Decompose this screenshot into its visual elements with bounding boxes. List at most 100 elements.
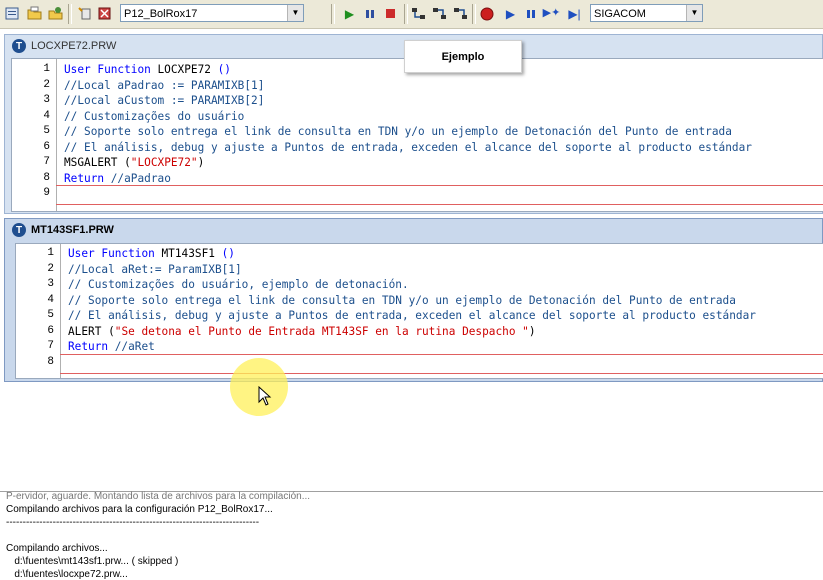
code-line[interactable]: User Function MT143SF1 () <box>68 246 235 262</box>
code-token: //Local aRet:= ParamIXB[1] <box>68 262 242 276</box>
line-number: 2 <box>47 262 54 275</box>
company-select-value: SIGACOM <box>594 8 646 20</box>
step-out-icon[interactable] <box>452 5 469 22</box>
code-line[interactable]: Return //aRet <box>68 339 155 355</box>
step-icon[interactable]: ▶✦ <box>543 5 561 22</box>
tooltip: Ejemplo <box>404 40 522 73</box>
current-line-marker <box>56 185 823 186</box>
line-number: 6 <box>47 324 54 337</box>
step-over-icon[interactable] <box>431 5 448 22</box>
output-panel[interactable]: P-ervidor, aguarde. Montando lista de ar… <box>0 491 823 580</box>
bookmark-icon[interactable] <box>76 5 93 22</box>
code-token: User Function <box>68 247 155 260</box>
company-select[interactable]: SIGACOM ▼ <box>590 4 703 22</box>
code-area[interactable]: 123456789 User Function LOCXPE72 ()//Loc… <box>11 58 823 212</box>
open-folder-icon[interactable] <box>26 5 43 22</box>
line-number: 9 <box>43 187 50 199</box>
code-line[interactable]: // Soporte solo entrega el link de consu… <box>64 124 732 140</box>
code-line[interactable]: MSGALERT ("LOCXPE72") <box>64 155 204 171</box>
output-line: d:\fuentes\locxpe72.prw... <box>6 569 128 580</box>
code-token: MSGALERT ( <box>64 156 131 169</box>
code-token: //aRet <box>108 340 155 353</box>
code-token: Return <box>64 171 105 185</box>
line-number: 2 <box>43 78 50 91</box>
editor-title: MT143SF1.PRW <box>31 224 114 236</box>
current-line-marker <box>60 373 823 374</box>
line-number: 8 <box>43 171 50 184</box>
line-number: 3 <box>47 278 54 290</box>
code-line[interactable]: // Customizações do usuário <box>64 109 244 125</box>
line-number-gutter: 1 2 3 4 5 6 7 8 9 <box>12 59 57 211</box>
line-number: 1 <box>47 247 54 259</box>
line-number: 4 <box>43 109 50 122</box>
line-number: 5 <box>47 309 54 321</box>
output-line: P-ervidor, aguarde. Montando lista de ar… <box>6 491 311 502</box>
code-line[interactable]: //Local aCustom := PARAMIXB[2] <box>64 93 264 109</box>
line-number: 3 <box>43 94 50 106</box>
pause-icon[interactable] <box>361 5 378 22</box>
line-number: 6 <box>43 140 50 153</box>
current-line-marker <box>60 354 823 355</box>
stop-icon[interactable] <box>382 5 399 22</box>
output-line: Compilando archivos... <box>6 543 108 554</box>
step-into-icon[interactable] <box>410 5 427 22</box>
code-line[interactable]: // Customizações do usuário, ejemplo de … <box>68 277 409 293</box>
code-token: // Soporte solo entrega el link de consu… <box>68 293 736 307</box>
code-token: () <box>217 63 231 76</box>
code-token: User Function <box>64 63 151 76</box>
code-line[interactable]: // El análisis, debug y ajuste a Puntos … <box>68 308 756 324</box>
chevron-down-icon[interactable]: ▼ <box>287 5 303 21</box>
output-line: d:\fuentes\mt143sf1.prw... ( skipped ) <box>6 556 179 567</box>
source-file-icon: T <box>12 223 26 237</box>
editor-title: LOCXPE72.PRW <box>31 40 117 52</box>
code-token: "Se detona el Punto de Entrada MT143SF e… <box>114 324 529 338</box>
source-file-icon: T <box>12 39 26 53</box>
code-token: "LOCXPE72" <box>130 156 198 169</box>
run-to-cursor-icon[interactable]: ▶| <box>566 5 583 22</box>
code-token: // Soporte solo entrega el link de consu… <box>64 125 732 138</box>
code-line[interactable]: // Soporte solo entrega el link de consu… <box>68 293 736 309</box>
code-token: //Local aCustom := PARAMIXB[2] <box>64 94 265 107</box>
chevron-down-icon[interactable]: ▼ <box>686 5 702 21</box>
mouse-cursor-icon <box>258 386 272 406</box>
editor-titlebar[interactable]: T MT143SF1.PRW <box>5 219 822 241</box>
code-token: //aPadrao <box>104 171 171 185</box>
code-line[interactable]: User Function LOCXPE72 () <box>64 62 231 78</box>
code-line[interactable]: //Local aRet:= ParamIXB[1] <box>68 262 242 278</box>
code-token: // El análisis, debug y ajuste a Puntos … <box>68 309 756 322</box>
code-line[interactable]: // El análisis, debug y ajuste a Puntos … <box>64 140 752 156</box>
project-icon[interactable] <box>47 5 64 22</box>
code-token: Return <box>68 340 109 353</box>
code-line[interactable]: ALERT ("Se detona el Punto de Entrada MT… <box>68 324 536 340</box>
line-number: 7 <box>47 340 54 352</box>
line-number: 7 <box>43 156 50 168</box>
code-area[interactable]: 12345678 User Function MT143SF1 ()//Loca… <box>15 243 823 379</box>
line-number-gutter: 1 2 3 4 5 6 7 8 <box>16 244 61 378</box>
output-line: Compilando archivos para la configuració… <box>6 504 273 515</box>
code-token: ALERT ( <box>68 324 115 338</box>
code-token: ) <box>197 156 205 169</box>
code-line[interactable]: //Local aPadrao := PARAMIXB[1] <box>64 78 264 94</box>
code-token: //Local aPadrao := PARAMIXB[1] <box>64 78 265 92</box>
current-line-marker <box>56 204 823 205</box>
line-number: 1 <box>43 63 50 75</box>
code-line[interactable]: Return //aPadrao <box>64 171 171 187</box>
output-line: ----------------------------------------… <box>6 517 260 528</box>
run-icon[interactable]: ▶ <box>341 5 358 22</box>
play-icon[interactable]: ▶ <box>502 5 519 22</box>
code-token: // El análisis, debug y ajuste a Puntos … <box>64 140 752 154</box>
code-token: ) <box>528 324 536 338</box>
environment-select[interactable]: P12_BolRox17 ▼ <box>120 4 304 22</box>
debug-icon[interactable] <box>96 5 113 22</box>
main-toolbar: P12_BolRox17 ▼ ▶ ▶ ▶✦ ▶| SIGACOM ▼ <box>0 0 823 29</box>
line-number: 5 <box>43 125 50 137</box>
code-token: MT143SF1 <box>154 247 222 260</box>
environment-select-value: P12_BolRox17 <box>124 8 198 20</box>
editor-window-mt143sf1[interactable]: T MT143SF1.PRW 1 2 3 4 5 6 7 8 User Function MT… <box>4 218 823 382</box>
tooltip-text: Ejemplo <box>441 50 485 63</box>
pause2-icon[interactable] <box>522 5 539 22</box>
code-token: LOCXPE72 <box>150 63 218 76</box>
breakpoint-icon[interactable] <box>478 5 495 22</box>
compile-icon[interactable] <box>4 5 21 22</box>
line-number: 4 <box>47 293 54 306</box>
